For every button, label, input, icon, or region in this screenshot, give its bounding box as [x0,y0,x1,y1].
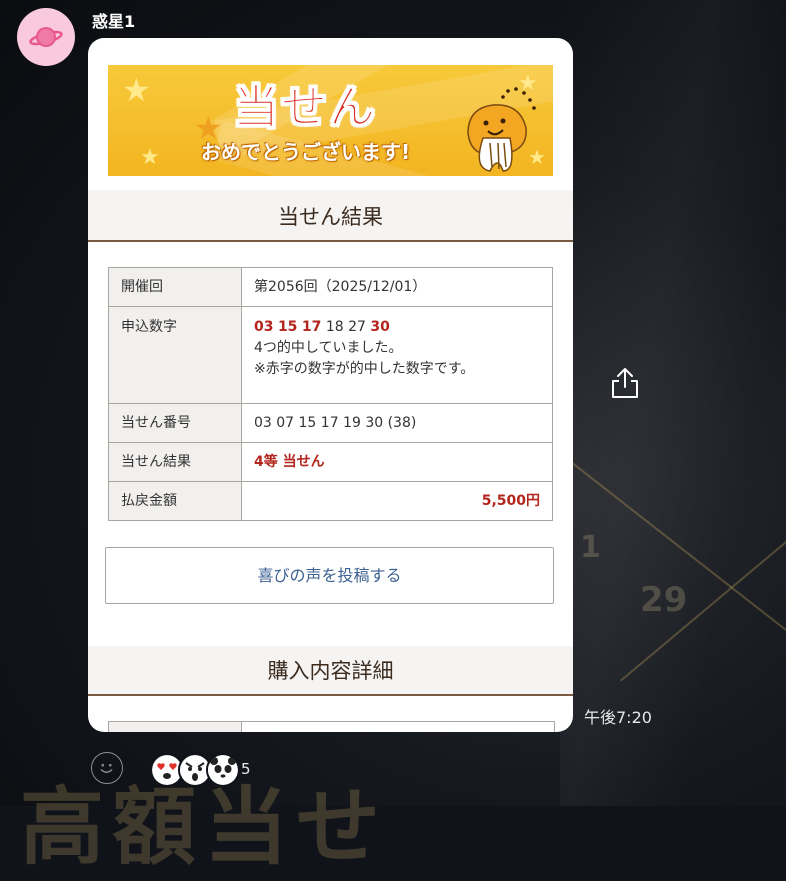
row-value: 03 07 15 17 19 30 (38) [241,403,553,443]
post-voice-button[interactable]: 喜びの声を投稿する [105,547,554,604]
row-label: 開催回 [108,267,242,307]
row-label: 当せん結果 [108,442,242,482]
row-value: 03 15 17 18 27 30 4つ的中していました。 ※赤字の数字が的中し… [241,306,553,404]
panda-reaction-icon [206,753,240,787]
row-label: 当せん番号 [108,403,242,443]
row-value: 4等 当せん [241,442,553,482]
winning-banner: ★ ★ ★ ★ ★ 当せん おめでとうございます! [108,65,553,176]
row-label: 払戻金額 [108,481,242,521]
table-row: 当せん結果 4等 当せん [108,442,553,482]
result-section-heading: 当せん結果 [88,190,573,242]
applied-numbers: 03 15 17 18 27 30 [254,317,540,338]
applied-number: 03 [254,319,274,335]
row-label: 申込数字 [108,306,242,404]
add-reaction-button[interactable] [91,752,123,784]
result-table: 開催回 第2056回（2025/12/01） 申込数字 03 15 17 18 … [108,267,553,521]
applied-number: 17 [301,319,322,335]
reaction-count: 5 [241,760,251,778]
smiley-icon [100,763,113,773]
shared-image-card[interactable]: ★ ★ ★ ★ ★ 当せん おめでとうございます! 当せん結果 開催回 第205… [88,38,573,732]
table-row: 当せん番号 03 07 15 17 19 30 (38) [108,403,553,443]
share-icon[interactable] [610,366,640,400]
row-value: 5,500円 [241,481,553,521]
banner-title: 当せん [233,80,377,135]
applied-number: 15 [277,319,298,335]
banner-subtitle: おめでとうございます! [201,140,411,164]
purchase-section-heading: 購入内容詳細 [88,646,573,696]
purchase-table [108,721,555,732]
planet-icon [29,27,63,47]
table-row: 申込数字 03 15 17 18 27 30 4つ的中していました。 ※赤字の数… [108,306,553,404]
applied-number: 30 [370,319,390,335]
star-icon: ★ [140,145,160,170]
star-icon: ★ [122,71,151,109]
table-row: 開催回 第2056回（2025/12/01） [108,267,553,307]
table-row: 払戻金額 5,500円 [108,481,553,521]
sender-avatar[interactable] [17,8,75,66]
match-count-text: 4つ的中していました。 [254,340,403,356]
applied-number: 18 [325,319,344,335]
background-lottery-grid: 29 1 [560,420,786,720]
note-text: ※赤字の数字が的中した数字です。 [254,361,475,377]
row-value: 第2056回（2025/12/01） [241,267,553,307]
sender-name: 惑星1 [92,12,136,31]
applied-number: 27 [348,319,366,335]
whale-mascot-icon [467,87,536,172]
message-timestamp: 午後7:20 [584,708,652,727]
